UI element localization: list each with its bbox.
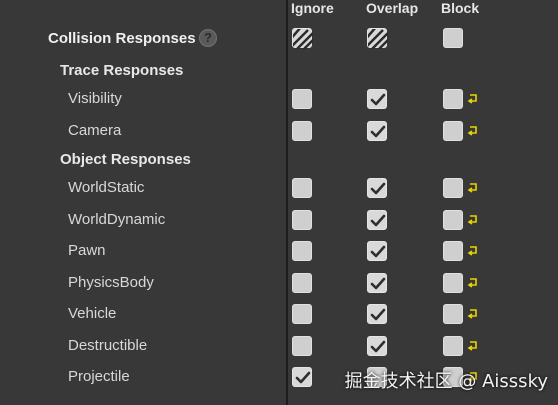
pawn-block-checkbox[interactable] <box>443 241 463 261</box>
vehicle-ignore-checkbox[interactable] <box>292 304 312 324</box>
trace-responses-label: Trace Responses <box>60 62 184 79</box>
physicsbody-block-checkbox[interactable] <box>443 272 463 293</box>
visibility-block-checkbox[interactable] <box>443 89 463 109</box>
row-label-physicsbody: PhysicsBody <box>68 273 154 291</box>
row-label-destructible: Destructible <box>68 336 148 354</box>
camera-overlap-checkbox[interactable] <box>367 120 387 141</box>
row-label-worldstatic: WorldStatic <box>68 179 145 196</box>
column-divider <box>286 0 288 405</box>
object-responses-label: Object Responses <box>60 151 191 168</box>
reset-to-default-icon[interactable] <box>467 91 479 104</box>
question-icon[interactable]: ? <box>199 29 217 47</box>
collision-overlap-mixed[interactable] <box>367 28 388 49</box>
checkmark-icon <box>295 371 311 384</box>
reset-to-default-icon[interactable] <box>467 123 479 136</box>
destructible-block-checkbox[interactable] <box>443 335 463 356</box>
collision-responses-panel: Ignore Overlap Block Collision Responses… <box>0 0 558 405</box>
camera-ignore-checkbox[interactable] <box>292 120 312 141</box>
header-ignore: Ignore <box>291 0 334 16</box>
checkmark-icon <box>370 245 386 258</box>
worlddynamic-overlap-checkbox[interactable] <box>367 209 387 230</box>
reset-to-default-icon[interactable] <box>467 180 479 193</box>
checkmark-icon <box>370 214 386 226</box>
reset-to-default-icon[interactable] <box>467 275 479 288</box>
physicsbody-ignore-checkbox[interactable] <box>292 272 312 293</box>
checkmark-icon <box>370 125 386 137</box>
worlddynamic-block-checkbox[interactable] <box>443 209 463 230</box>
hatch-icon <box>368 29 388 49</box>
checkmark-icon <box>370 308 386 321</box>
pawn-ignore-checkbox[interactable] <box>292 241 312 261</box>
collision-ignore-mixed[interactable] <box>292 28 313 49</box>
worldstatic-overlap-checkbox[interactable] <box>367 178 387 198</box>
watermark-text: 掘金技术社区 @ Aisssky <box>344 371 548 392</box>
checkmark-icon <box>370 93 386 106</box>
collision-block-checkbox[interactable] <box>443 28 463 48</box>
projectile-ignore-checkbox[interactable] <box>292 367 312 387</box>
worldstatic-block-checkbox[interactable] <box>443 178 463 198</box>
reset-to-default-icon[interactable] <box>467 306 479 319</box>
destructible-ignore-checkbox[interactable] <box>292 335 312 356</box>
reset-to-default-icon[interactable] <box>467 338 479 351</box>
row-label-projectile: Projectile <box>68 368 130 385</box>
vehicle-block-checkbox[interactable] <box>443 304 463 324</box>
visibility-overlap-checkbox[interactable] <box>367 89 387 109</box>
visibility-ignore-checkbox[interactable] <box>292 89 312 109</box>
checkmark-icon <box>370 182 386 195</box>
row-label-camera: Camera <box>68 121 122 139</box>
row-label-pawn: Pawn <box>68 242 106 259</box>
reset-to-default-icon[interactable] <box>467 243 479 256</box>
collision-responses-label: Collision Responses <box>48 30 196 47</box>
worlddynamic-ignore-checkbox[interactable] <box>292 209 312 230</box>
hatch-icon <box>293 29 313 49</box>
row-label-visibility: Visibility <box>68 90 122 107</box>
reset-to-default-icon[interactable] <box>467 212 479 225</box>
destructible-overlap-checkbox[interactable] <box>367 335 387 356</box>
physicsbody-overlap-checkbox[interactable] <box>367 272 387 293</box>
row-label-worlddynamic: WorldDynamic <box>68 210 166 228</box>
pawn-overlap-checkbox[interactable] <box>367 241 387 261</box>
checkmark-icon <box>370 277 386 289</box>
camera-block-checkbox[interactable] <box>443 120 463 141</box>
header-overlap: Overlap <box>366 0 419 16</box>
vehicle-overlap-checkbox[interactable] <box>367 304 387 324</box>
header-block: Block <box>441 0 480 16</box>
worldstatic-ignore-checkbox[interactable] <box>292 178 312 198</box>
checkmark-icon <box>370 340 386 352</box>
row-label-vehicle: Vehicle <box>68 305 117 322</box>
